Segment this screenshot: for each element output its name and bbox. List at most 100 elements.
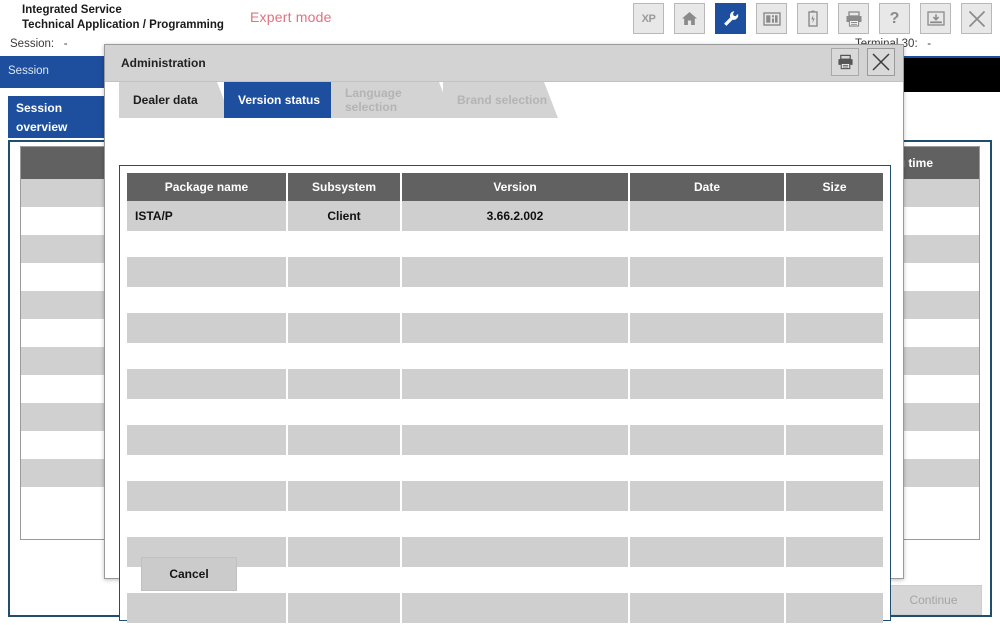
app-title-line-1: Integrated Service (22, 3, 224, 18)
cell-size (785, 481, 883, 511)
continue-button[interactable]: Continue (885, 585, 982, 615)
cell-subsystem (287, 313, 401, 343)
cell-date (629, 593, 785, 623)
sidebar-tab-session[interactable]: Session (0, 58, 104, 88)
cell-size (785, 201, 883, 231)
cancel-button-label: Cancel (169, 567, 208, 581)
cell-subsystem (287, 425, 401, 455)
cell-subsystem (287, 537, 401, 567)
column-header-subsystem[interactable]: Subsystem (287, 173, 401, 201)
session-label-group: Session: - (10, 38, 68, 50)
cell-version (401, 369, 629, 399)
dialog-content-panel: Package name Subsystem Version Date Size… (119, 165, 891, 621)
cell-version (401, 481, 629, 511)
sidebar-tab-session-label: Session (8, 65, 49, 77)
table-row[interactable]: ISTA/P Client 3.66.2.002 (127, 201, 883, 231)
cell-size (785, 425, 883, 455)
cell-date (629, 481, 785, 511)
sidebar-item-session-overview[interactable]: Session overview (8, 96, 104, 138)
cell-date (629, 369, 785, 399)
cell-version (401, 257, 629, 287)
home-icon[interactable] (674, 3, 705, 34)
table-row[interactable] (127, 425, 883, 455)
cell-version (401, 593, 629, 623)
cell-subsystem: Client (287, 201, 401, 231)
cell-package-name (127, 481, 287, 511)
table-row[interactable] (127, 257, 883, 287)
session-value: - (64, 38, 68, 50)
session-label: Session: (10, 38, 54, 50)
table-row[interactable] (127, 537, 883, 567)
xp-icon-label: XP (642, 13, 656, 25)
column-header-size[interactable]: Size (785, 173, 883, 201)
tab-dealer-data[interactable]: Dealer data (119, 82, 231, 118)
table-row-spacer (127, 455, 883, 481)
cell-version (401, 425, 629, 455)
table-row-spacer (127, 343, 883, 369)
cell-package-name (127, 313, 287, 343)
tab-version-status-label: Version status (238, 93, 320, 107)
expert-mode-label: Expert mode (250, 9, 332, 25)
wrench-icon[interactable] (715, 3, 746, 34)
dialog-titlebar: Administration (105, 45, 903, 82)
terminal-value: - (927, 38, 931, 50)
cell-date (629, 201, 785, 231)
cell-package-name (127, 593, 287, 623)
table-row[interactable] (127, 481, 883, 511)
continue-button-label: Continue (909, 593, 957, 607)
tab-brand-selection: Brand selection (443, 82, 558, 118)
close-icon[interactable] (961, 3, 992, 34)
cell-size (785, 257, 883, 287)
cell-package-name: ISTA/P (127, 201, 287, 231)
sidebar-item-session-overview-label: Session overview (16, 101, 67, 134)
column-header-package-name[interactable]: Package name (127, 173, 287, 201)
tab-language-selection-label: Language selection (345, 86, 453, 114)
close-icon[interactable] (867, 48, 895, 76)
administration-dialog: Administration Dealer data Version statu… (104, 44, 904, 579)
dialog-tabs: Dealer data Version status Language sele… (105, 82, 903, 120)
tab-version-status[interactable]: Version status (224, 82, 346, 118)
cell-subsystem (287, 369, 401, 399)
help-icon[interactable]: ? (879, 3, 910, 34)
tab-brand-selection-label: Brand selection (457, 93, 547, 107)
table-row-spacer (127, 511, 883, 537)
cell-subsystem (287, 481, 401, 511)
cell-subsystem (287, 593, 401, 623)
cell-subsystem (287, 257, 401, 287)
printer-icon[interactable] (831, 48, 859, 76)
cell-package-name (127, 257, 287, 287)
cell-size (785, 369, 883, 399)
cell-version (401, 537, 629, 567)
column-header-version[interactable]: Version (401, 173, 629, 201)
table-row[interactable] (127, 313, 883, 343)
vehicle-card-icon[interactable] (756, 3, 787, 34)
table-row-spacer (127, 399, 883, 425)
cancel-button[interactable]: Cancel (141, 557, 237, 591)
cell-date (629, 425, 785, 455)
app-title: Integrated Service Technical Application… (22, 3, 224, 33)
dialog-title: Administration (121, 56, 206, 70)
table-row[interactable] (127, 593, 883, 623)
xp-icon[interactable]: XP (633, 3, 664, 34)
cell-version (401, 313, 629, 343)
cell-package-name (127, 425, 287, 455)
table-row-spacer (127, 567, 883, 593)
help-icon-label: ? (890, 11, 900, 27)
table-header-row: Package name Subsystem Version Date Size (127, 173, 883, 201)
app-title-line-2: Technical Application / Programming (22, 18, 224, 33)
cell-date (629, 257, 785, 287)
cell-size (785, 313, 883, 343)
minimize-icon[interactable] (920, 3, 951, 34)
redacted-vin-area (903, 58, 1000, 92)
table-row[interactable] (127, 369, 883, 399)
table-row-spacer (127, 287, 883, 313)
cell-size (785, 537, 883, 567)
printer-icon[interactable] (838, 3, 869, 34)
cell-version: 3.66.2.002 (401, 201, 629, 231)
table-row-spacer (127, 231, 883, 257)
cell-size (785, 593, 883, 623)
tab-dealer-data-label: Dealer data (133, 93, 198, 107)
version-status-table: Package name Subsystem Version Date Size… (127, 173, 883, 623)
battery-icon[interactable] (797, 3, 828, 34)
column-header-date[interactable]: Date (629, 173, 785, 201)
